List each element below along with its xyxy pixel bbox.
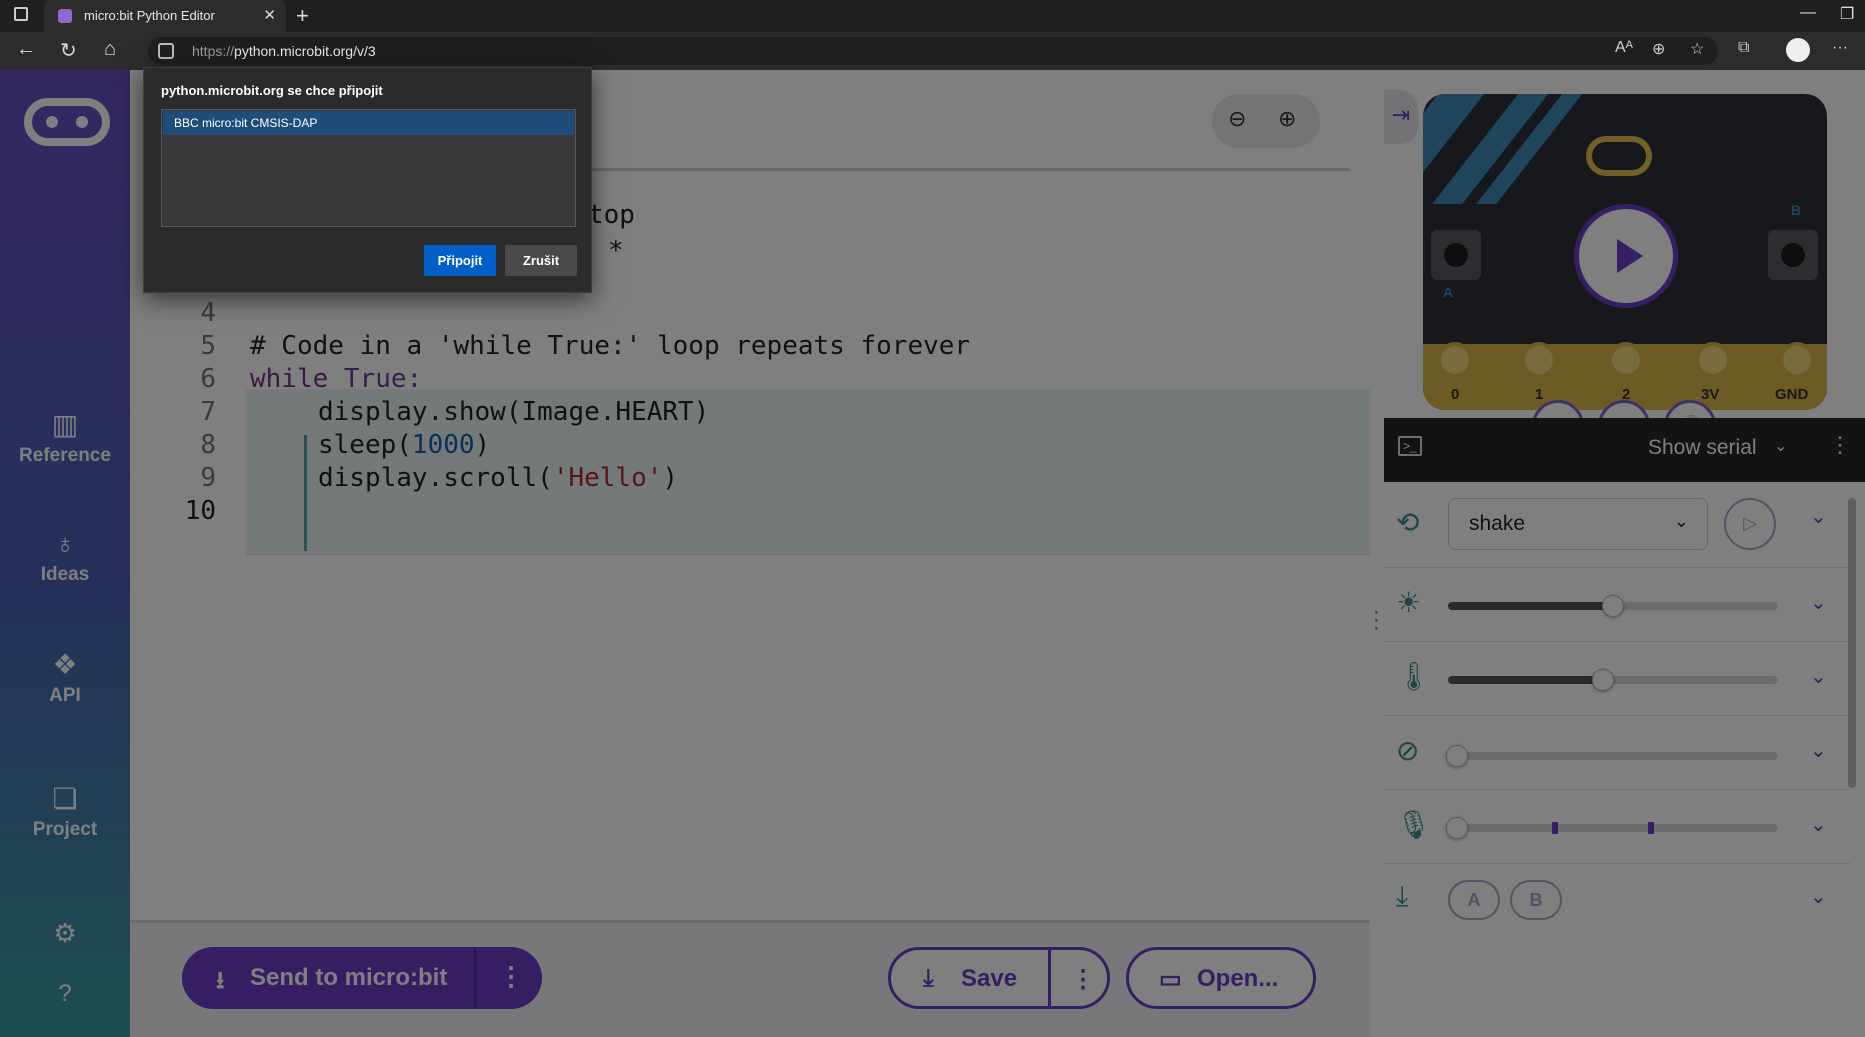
lock-icon[interactable]: [158, 43, 174, 59]
microbit-favicon-icon: [58, 9, 72, 23]
device-list-item[interactable]: BBC micro:bit CMSIS-DAP: [163, 111, 574, 135]
restore-icon[interactable]: ❐: [1840, 4, 1854, 24]
new-tab-icon[interactable]: +: [296, 3, 309, 29]
browser-tabbar: micro:bit Python Editor ✕ + — ❐: [0, 0, 1865, 32]
back-icon[interactable]: ←: [16, 38, 36, 61]
device-list: BBC micro:bit CMSIS-DAP: [161, 109, 576, 227]
tab-title: micro:bit Python Editor: [84, 8, 215, 23]
extensions-icon[interactable]: ⧉: [1738, 39, 1749, 57]
browser-tab[interactable]: micro:bit Python Editor ✕: [44, 0, 286, 32]
profile-avatar[interactable]: [1786, 38, 1810, 62]
home-icon[interactable]: ⌂: [104, 38, 116, 61]
tab-actions-icon[interactable]: [14, 7, 28, 21]
more-menu-icon[interactable]: ···: [1832, 39, 1848, 57]
cancel-label: Zrušit: [522, 253, 560, 268]
read-aloud-icon[interactable]: Aᴬ: [1615, 39, 1633, 57]
url-text: https://python.microbit.org/v/3: [192, 43, 376, 59]
cancel-button[interactable]: Zrušit: [505, 245, 577, 276]
close-tab-icon[interactable]: ✕: [263, 6, 276, 24]
device-connect-dialog: python.microbit.org se chce připojit BBC…: [143, 67, 592, 293]
dialog-title: python.microbit.org se chce připojit: [161, 83, 383, 98]
minimize-icon[interactable]: —: [1800, 4, 1816, 22]
connect-button[interactable]: Připojit: [424, 245, 496, 276]
reload-icon[interactable]: ↻: [60, 38, 77, 63]
zoom-icon[interactable]: ⊕: [1652, 39, 1665, 59]
url-field[interactable]: https://python.microbit.org/v/3: [148, 37, 1718, 65]
connect-label: Připojit: [437, 253, 483, 268]
favorites-icon[interactable]: ☆: [1690, 39, 1704, 59]
device-name: BBC micro:bit CMSIS-DAP: [174, 116, 318, 130]
address-bar: ← ↻ ⌂ https://python.microbit.org/v/3 Aᴬ…: [0, 32, 1865, 70]
